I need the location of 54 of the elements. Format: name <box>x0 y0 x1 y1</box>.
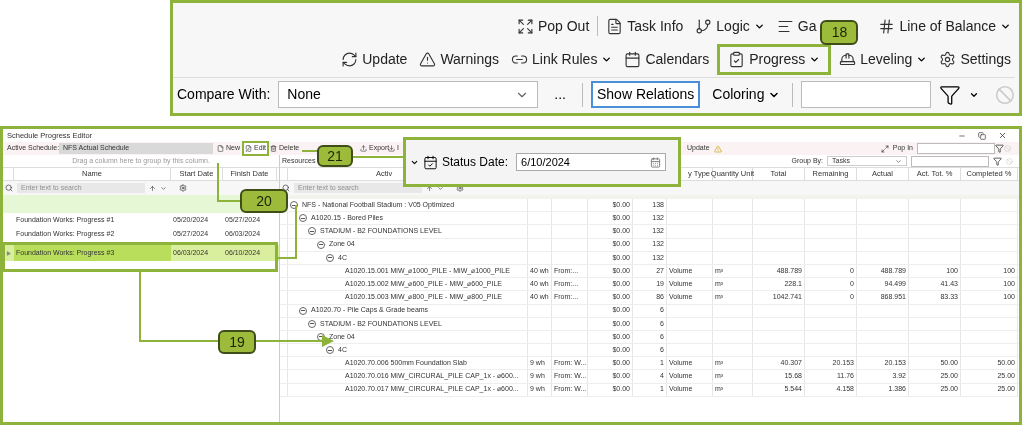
pop-in-icon <box>880 144 889 153</box>
toolbar-icon <box>728 50 746 68</box>
filter-field[interactable] <box>911 155 989 167</box>
callout-tooltip: 18 <box>820 19 859 45</box>
toolbar-icon <box>419 50 437 68</box>
toolbar-button[interactable]: Logic <box>695 15 750 37</box>
toolbar-button[interactable]: Ga <box>776 15 817 37</box>
toolbar-icon <box>516 17 534 35</box>
caret-icon[interactable] <box>437 184 444 192</box>
leader-line <box>301 150 318 152</box>
sort-icon[interactable] <box>149 184 156 192</box>
coloring-button[interactable]: Coloring <box>708 84 785 105</box>
toolbar-button[interactable]: Line of Balance <box>878 15 996 37</box>
toolbar-icon <box>939 50 957 68</box>
status-date-field[interactable]: 6/10/2024 <box>516 153 667 171</box>
filter-icon[interactable] <box>939 83 962 106</box>
toolbar-icon <box>839 50 857 68</box>
toolbar-icon <box>341 50 359 68</box>
more-button[interactable]: ... <box>546 84 574 105</box>
calendar-dropdown-icon[interactable] <box>650 156 662 168</box>
callout-tooltip: 19 <box>218 330 256 354</box>
toolbar-icon <box>624 50 642 68</box>
caret-icon[interactable] <box>160 184 167 192</box>
settings-icon[interactable] <box>179 184 187 192</box>
callout-tooltip: 21 <box>317 145 353 167</box>
calendar-icon <box>423 154 438 170</box>
chevron-icon <box>895 157 902 165</box>
toolbar-icon <box>695 17 713 35</box>
restore-icon[interactable] <box>978 131 986 140</box>
toolbar-button[interactable]: Warnings <box>419 48 499 70</box>
show-relations-button[interactable]: Show Relations <box>591 81 701 108</box>
leader-line <box>277 204 297 259</box>
compare-label: Compare With: <box>177 85 271 104</box>
warning-icon <box>713 144 722 153</box>
toolbar-button[interactable]: Link Rules <box>511 48 598 70</box>
close-icon[interactable] <box>998 131 1007 140</box>
toolbar-button[interactable]: Calendars <box>624 48 710 70</box>
search-icon <box>5 184 13 192</box>
status-date-label: Status Date: <box>442 154 509 171</box>
filter-field[interactable] <box>801 81 932 108</box>
sort-icon[interactable] <box>426 184 433 192</box>
toolbar-button[interactable]: Leveling <box>839 48 913 70</box>
compare-dropdown[interactable]: None <box>278 81 539 108</box>
toolbar-icon <box>878 17 896 35</box>
settings-icon[interactable] <box>456 184 464 192</box>
toolbar-button[interactable]: Pop Out <box>516 15 590 37</box>
filter-field[interactable] <box>917 143 995 154</box>
toolbar-icon <box>606 17 624 35</box>
toolbar-button[interactable]: Task Info <box>606 15 684 37</box>
search-icon <box>282 184 290 192</box>
toolbar-button[interactable]: Update <box>341 48 408 70</box>
row-pointer-icon <box>6 250 11 256</box>
toolbar-button[interactable]: Settings <box>939 48 1011 70</box>
callout-tooltip: 20 <box>240 189 288 213</box>
